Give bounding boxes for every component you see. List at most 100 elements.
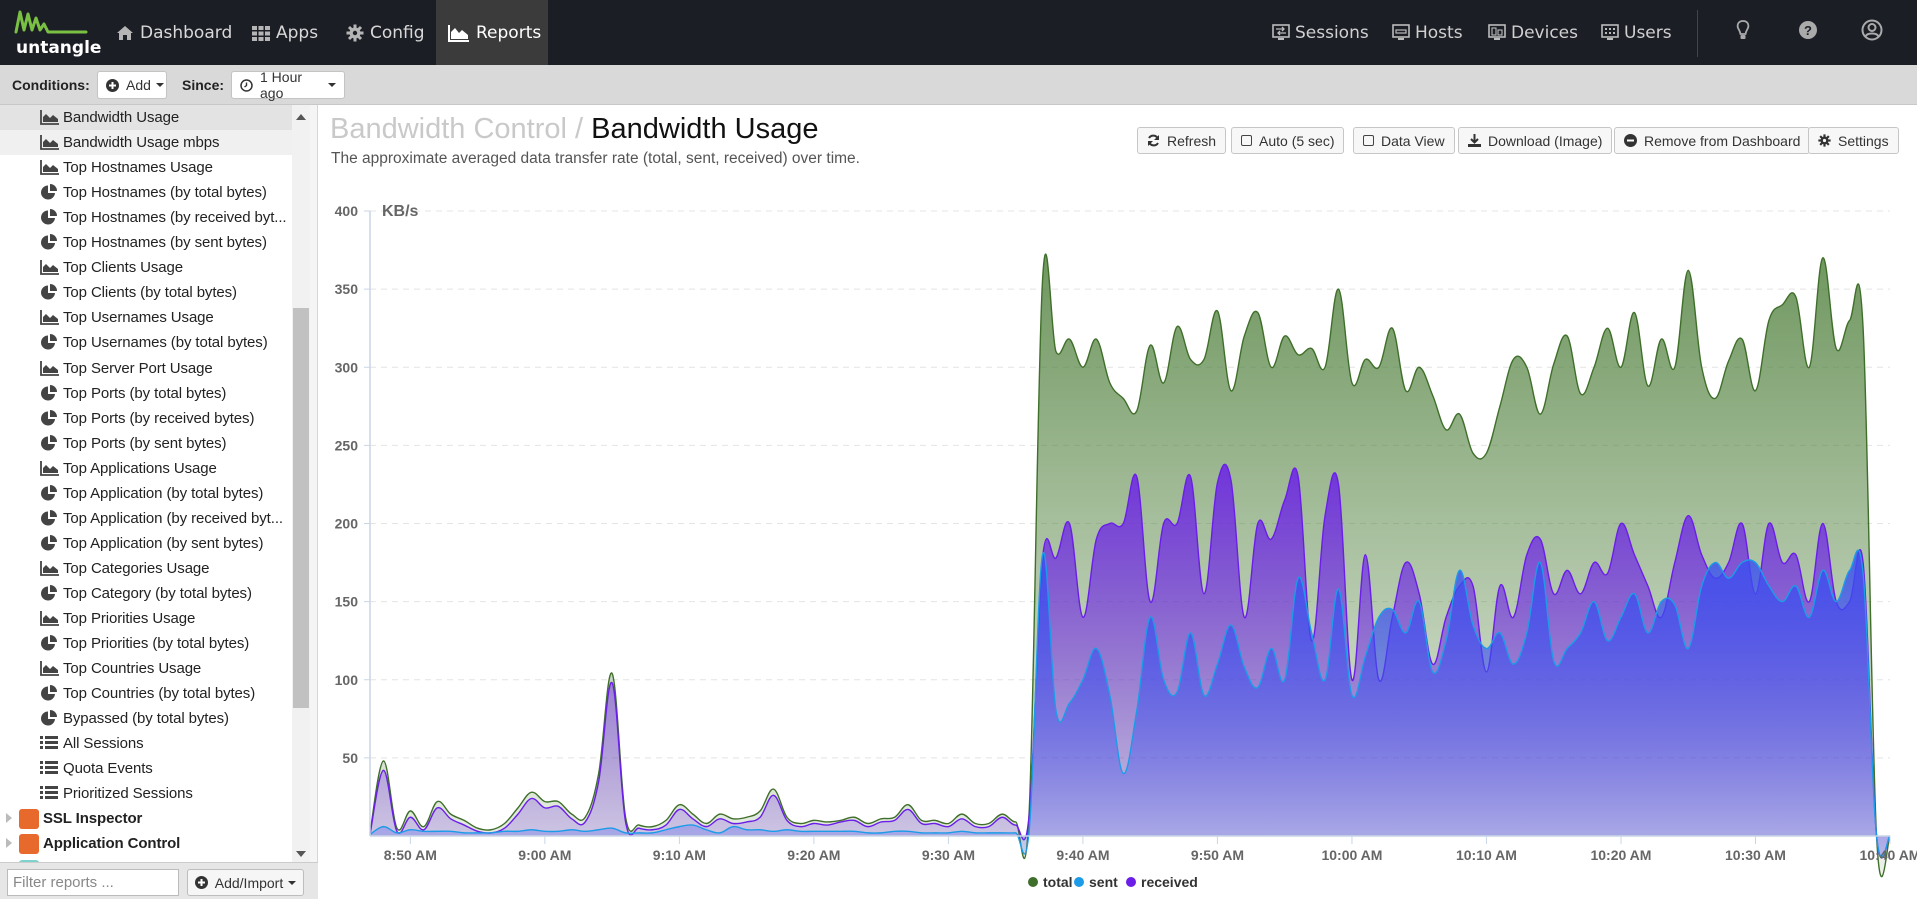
report-item-label: Top Application (by total bytes) [63,484,264,502]
report-item[interactable]: Top Usernames Usage [0,305,292,330]
report-item[interactable]: Top Hostnames (by sent bytes) [0,230,292,255]
sent-line [369,549,1891,858]
conditions-toolbar: Conditions: Add Since: 1 Hour ago [0,65,1917,105]
download-image-button[interactable]: Download (Image) [1458,127,1613,154]
nav-sessions[interactable]: Sessions [1272,0,1369,65]
x-tick-label: 9:50 AM [1191,847,1244,863]
report-item-label: Prioritized Sessions [63,785,193,803]
report-item[interactable]: Top Server Port Usage [0,356,292,381]
report-item[interactable]: Top Priorities Usage [0,606,292,631]
report-item[interactable]: Top Countries (by total bytes) [0,681,292,706]
y-tick-label: 100 [335,672,359,688]
add-import-button[interactable]: Add/Import [187,869,304,896]
y-tick-label: 250 [335,437,359,453]
help-button[interactable]: ? [1794,18,1822,46]
app-folder[interactable]: Application Control [0,831,292,856]
y-tick-label: 200 [335,516,359,532]
since-label: Since: [182,77,225,93]
report-item[interactable]: Bandwidth Usage mbps [0,130,292,156]
download-image-label: Download (Image) [1488,132,1603,149]
report-item[interactable]: Top Ports (by sent bytes) [0,431,292,456]
add-condition-button[interactable]: Add [97,71,167,99]
refresh-button[interactable]: Refresh [1137,127,1227,154]
plus-circle-icon [106,78,119,92]
nav-config[interactable]: Config [334,0,437,65]
report-item[interactable]: Top Application (by total bytes) [0,481,292,506]
nav-hosts[interactable]: Hosts [1392,0,1463,65]
hosts-monitor-icon [1392,23,1410,42]
nav-apps[interactable]: Apps [240,0,330,65]
account-button[interactable] [1858,18,1886,46]
nav-users[interactable]: Users [1601,0,1672,65]
area-chart-icon [40,610,60,627]
report-item[interactable]: Top Application (by sent bytes) [0,531,292,556]
nav-devices[interactable]: Devices [1488,0,1578,65]
report-item[interactable]: Top Hostnames (by total bytes) [0,180,292,205]
report-item[interactable]: Top Usernames (by total bytes) [0,330,292,355]
auto-refresh-toggle[interactable]: Auto (5 sec) [1231,127,1345,154]
logo-wave-icon [14,10,88,34]
scroll-up-arrow-icon[interactable] [296,114,306,120]
y-tick-label: 350 [335,281,359,297]
report-item[interactable]: Top Ports (by received bytes) [0,406,292,431]
tips-button[interactable] [1729,18,1757,46]
report-title: Bandwidth Control / Bandwidth Usage [330,113,818,146]
nav-dashboard[interactable]: Dashboard [104,0,244,65]
report-item-label: Bandwidth Usage mbps [63,134,220,152]
total-area [370,254,1890,877]
pie-chart-icon [40,685,60,702]
report-item-label: Top Ports (by sent bytes) [63,434,227,452]
x-tick-label: 9:30 AM [922,847,975,863]
x-tick-label: 10:00 AM [1321,847,1382,863]
report-item[interactable]: Top Categories Usage [0,556,292,581]
scroll-down-arrow-icon[interactable] [296,851,306,857]
pie-chart-icon [40,234,60,251]
report-item[interactable]: Top Clients Usage [0,255,292,280]
report-item[interactable]: Bandwidth Usage [0,105,292,130]
nav-divider [1697,10,1698,57]
report-item-label: Top Priorities Usage [63,610,196,627]
report-item[interactable]: Top Applications Usage [0,456,292,481]
report-item-label: Bypassed (by total bytes) [63,710,229,728]
untangle-logo[interactable]: untangle [12,8,101,58]
grid-icon [252,25,270,41]
report-item[interactable]: Top Application (by received byt... [0,506,292,531]
app-icon [19,809,39,830]
gear-icon [346,24,364,42]
area-chart-icon [40,159,60,176]
report-item[interactable]: All Sessions [0,731,292,756]
report-item[interactable]: Top Countries Usage [0,656,292,681]
report-item[interactable]: Quota Events [0,756,292,781]
data-view-toggle[interactable]: Data View [1353,127,1455,154]
expand-arrow-icon[interactable] [6,813,12,824]
report-item-label: Top Clients Usage [63,259,184,277]
home-icon [116,25,134,41]
nav-hosts-label: Hosts [1415,22,1463,43]
x-tick-label: 10:10 AM [1456,847,1517,863]
filter-reports-input[interactable] [7,869,179,896]
since-dropdown[interactable]: 1 Hour ago [231,69,345,101]
remove-from-dashboard-button[interactable]: Remove from Dashboard [1614,127,1811,154]
report-item[interactable]: Top Hostnames (by received byt... [0,205,292,230]
report-item-label: Top Application (by sent bytes) [63,534,264,552]
app-folder[interactable]: SSL Inspector [0,806,292,831]
app-icon [19,834,39,855]
tree-scrollbar-thumb[interactable] [293,308,309,708]
report-item[interactable]: Prioritized Sessions [0,781,292,806]
report-item[interactable]: Top Ports (by total bytes) [0,381,292,406]
report-item-label: Top Categories Usage [63,559,210,577]
breadcrumb-app[interactable]: Bandwidth Control [330,113,567,145]
pie-chart-icon [40,710,60,727]
report-item[interactable]: Top Clients (by total bytes) [0,280,292,305]
report-item[interactable]: Top Priorities (by total bytes) [0,631,292,656]
list-icon [40,760,60,777]
nav-reports[interactable]: Reports [436,0,548,65]
auto-refresh-label: Auto (5 sec) [1259,132,1335,149]
expand-arrow-icon[interactable] [6,838,12,849]
pie-chart-icon [40,509,60,527]
report-item[interactable]: Top Hostnames Usage [0,155,292,180]
report-item[interactable]: Top Category (by total bytes) [0,581,292,606]
settings-button[interactable]: Settings [1808,127,1899,154]
report-item[interactable]: Bypassed (by total bytes) [0,706,292,731]
nav-dashboard-label: Dashboard [140,22,233,43]
